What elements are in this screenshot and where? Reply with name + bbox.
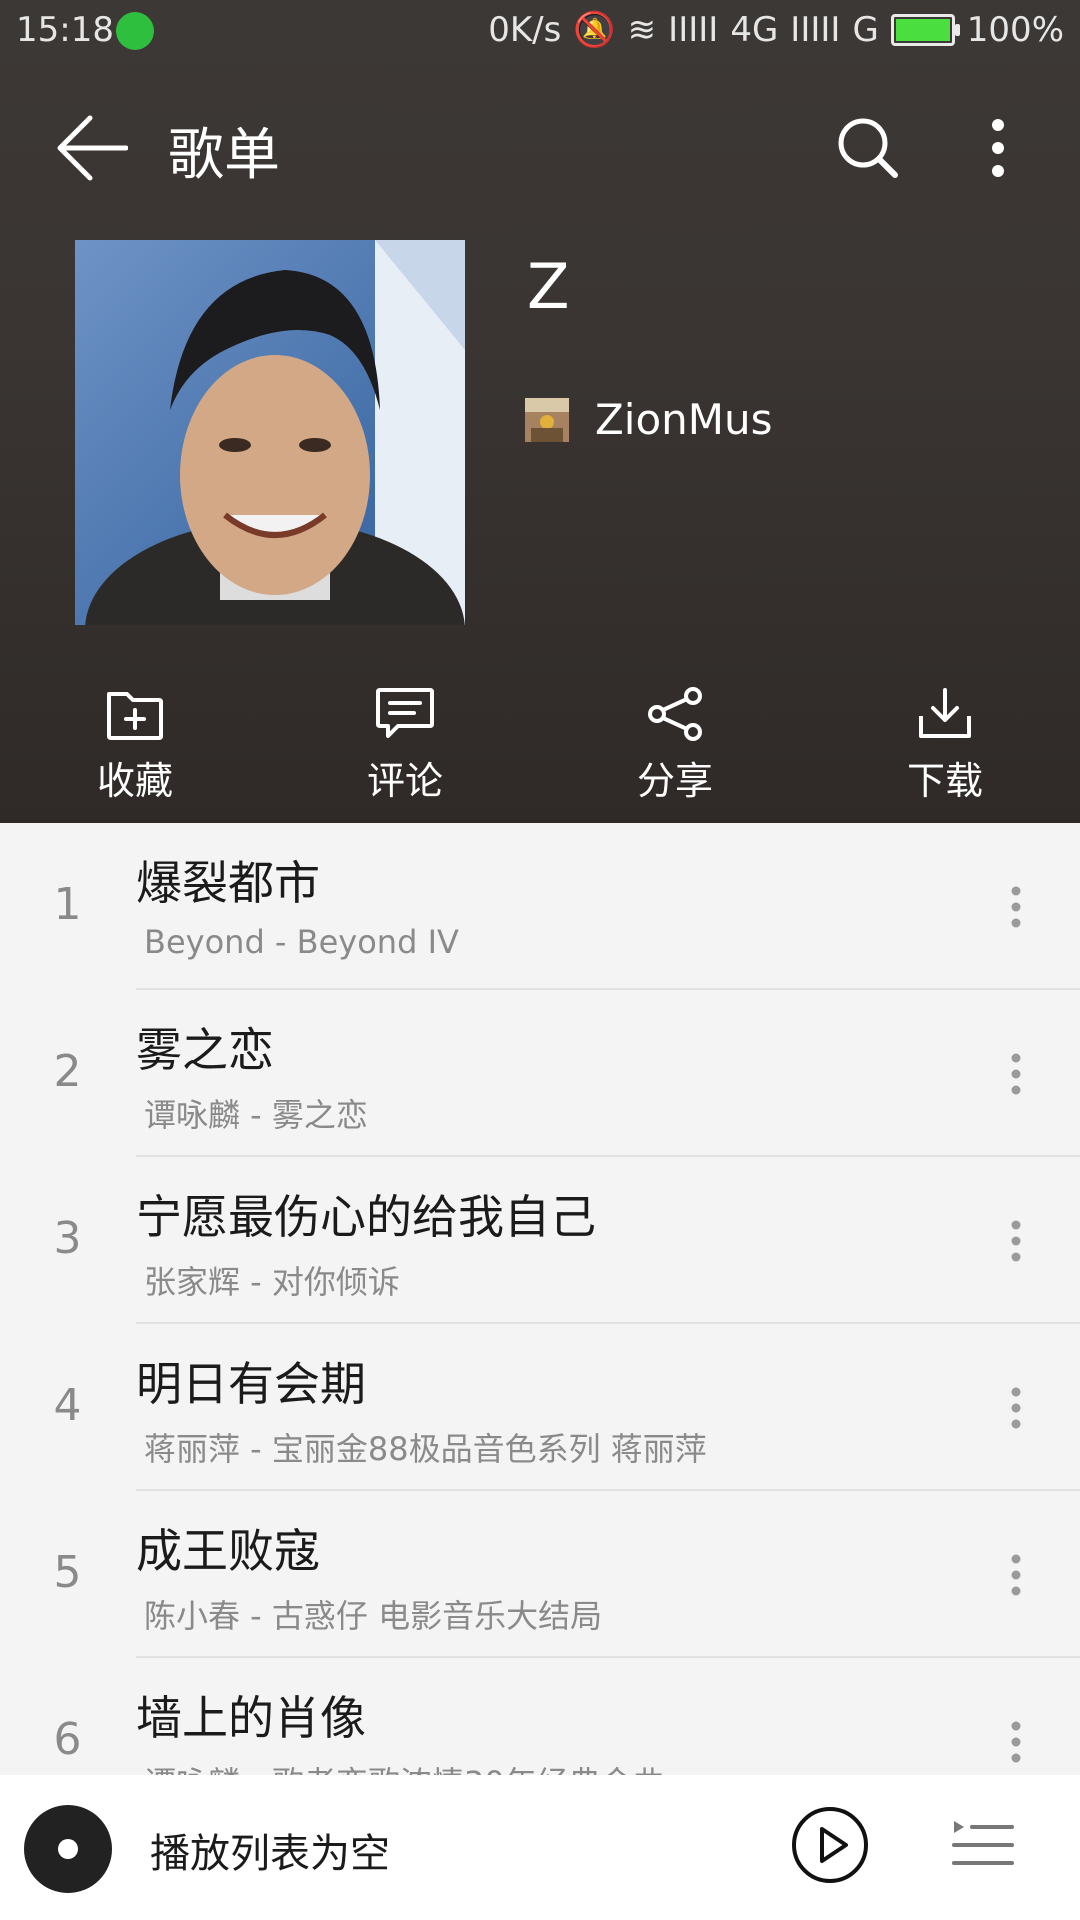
wifi-icon: ≋ (627, 10, 657, 50)
network-speed: 0K/s (488, 10, 562, 50)
list-item[interactable]: 6 墙上的肖像 谭咏麟 - 歌者恋歌浓情30年经典金曲 (0, 1658, 1080, 1775)
song-menu-button[interactable] (994, 875, 1038, 939)
search-icon (838, 118, 898, 178)
share-icon (648, 687, 702, 741)
list-item[interactable]: 1 爆裂都市 Beyond - Beyond IV (0, 823, 1080, 990)
playlist-name: Z (527, 250, 570, 323)
song-subtitle: 蒋丽萍 - 宝丽金88极品音色系列 蒋丽萍 (144, 1430, 707, 1468)
player-status: 播放列表为空 (150, 1831, 390, 1877)
playlist-cover[interactable] (75, 240, 465, 625)
network-type-2: G (852, 10, 879, 50)
page-title: 歌单 (168, 123, 280, 188)
back-arrow-icon (57, 115, 128, 181)
status-right: 0K/s 🔕 ≋ IIIII 4G IIIII G 100% (488, 10, 1064, 50)
comment-label: 评论 (366, 759, 443, 803)
disc-icon[interactable] (24, 1805, 112, 1893)
song-number: 1 (53, 879, 82, 930)
song-list: 1 爆裂都市 Beyond - Beyond IV 2 雾之恋 谭咏麟 - 雾之… (0, 823, 1080, 1775)
signal-icon-2: IIIII (790, 10, 841, 50)
more-vertical-icon (1011, 1387, 1021, 1429)
song-subtitle: 谭咏麟 - 歌者恋歌浓情30年经典金曲 (144, 1758, 665, 1775)
playlist-creator[interactable]: ZionMus (525, 395, 773, 444)
cover-photo (75, 240, 465, 625)
song-title: 爆裂都市 (136, 856, 320, 910)
song-number: 3 (53, 1213, 82, 1264)
playlist-queue-icon[interactable] (950, 1815, 1016, 1875)
list-item[interactable]: 4 明日有会期 蒋丽萍 - 宝丽金88极品音色系列 蒋丽萍 (0, 1324, 1080, 1491)
song-menu-button[interactable] (994, 1042, 1038, 1106)
app-bar: 歌单 (0, 96, 1080, 192)
search-button[interactable] (826, 106, 910, 190)
mini-player: 播放列表为空 (0, 1775, 1080, 1920)
network-type-1: 4G (730, 10, 779, 50)
collect-label: 收藏 (96, 759, 173, 803)
song-title: 宁愿最伤心的给我自己 (136, 1190, 596, 1244)
more-vertical-icon (1011, 1554, 1021, 1596)
song-menu-button[interactable] (994, 1543, 1038, 1607)
song-number: 5 (53, 1547, 82, 1598)
list-item[interactable]: 5 成王败寇 陈小春 - 古惑仔 电影音乐大结局 (0, 1491, 1080, 1658)
song-menu-button[interactable] (994, 1209, 1038, 1273)
more-button[interactable] (968, 106, 1028, 190)
battery-icon (890, 14, 960, 46)
more-vertical-icon (992, 119, 1004, 177)
song-title: 成王败寇 (136, 1524, 320, 1578)
creator-avatar (525, 397, 569, 442)
share-button[interactable]: 分享 (540, 686, 810, 806)
creator-name: ZionMus (595, 395, 773, 444)
signal-icon: IIIII (668, 10, 719, 50)
song-subtitle: Beyond - Beyond IV (144, 923, 459, 961)
song-title: 雾之恋 (136, 1023, 274, 1077)
mute-icon: 🔕 (573, 10, 616, 50)
play-icon[interactable] (790, 1805, 870, 1885)
song-menu-button[interactable] (994, 1710, 1038, 1774)
back-button[interactable] (52, 108, 132, 188)
song-subtitle: 谭咏麟 - 雾之恋 (144, 1096, 368, 1134)
more-vertical-icon (1011, 1053, 1021, 1095)
playlist-header: 15:18 0K/s 🔕 ≋ IIIII 4G IIIII G 100% 歌单 (0, 0, 1080, 823)
folder-add-icon (107, 692, 163, 740)
app-notification-icon (116, 12, 154, 50)
battery-percent: 100% (966, 10, 1064, 50)
song-title: 明日有会期 (136, 1357, 366, 1411)
comment-icon (376, 688, 434, 738)
list-item[interactable]: 2 雾之恋 谭咏麟 - 雾之恋 (0, 990, 1080, 1157)
status-bar: 15:18 0K/s 🔕 ≋ IIIII 4G IIIII G 100% (0, 0, 1080, 60)
download-label: 下载 (906, 759, 983, 803)
download-icon (919, 688, 971, 738)
download-button[interactable]: 下载 (810, 686, 1080, 806)
song-subtitle: 张家辉 - 对你倾诉 (144, 1263, 400, 1301)
status-time: 15:18 (16, 10, 114, 50)
collect-button[interactable]: 收藏 (0, 686, 270, 806)
comment-button[interactable]: 评论 (270, 686, 540, 806)
list-item[interactable]: 3 宁愿最伤心的给我自己 张家辉 - 对你倾诉 (0, 1157, 1080, 1324)
song-number: 6 (53, 1714, 82, 1765)
song-title: 墙上的肖像 (136, 1691, 366, 1745)
song-subtitle: 陈小春 - 古惑仔 电影音乐大结局 (144, 1597, 603, 1635)
song-number: 2 (53, 1046, 82, 1097)
song-number: 4 (53, 1380, 82, 1431)
more-vertical-icon (1011, 1721, 1021, 1763)
more-vertical-icon (1011, 886, 1021, 928)
action-bar: 收藏 评论 分享 下载 (0, 686, 1080, 806)
more-vertical-icon (1011, 1220, 1021, 1262)
share-label: 分享 (636, 759, 713, 803)
song-menu-button[interactable] (994, 1376, 1038, 1440)
